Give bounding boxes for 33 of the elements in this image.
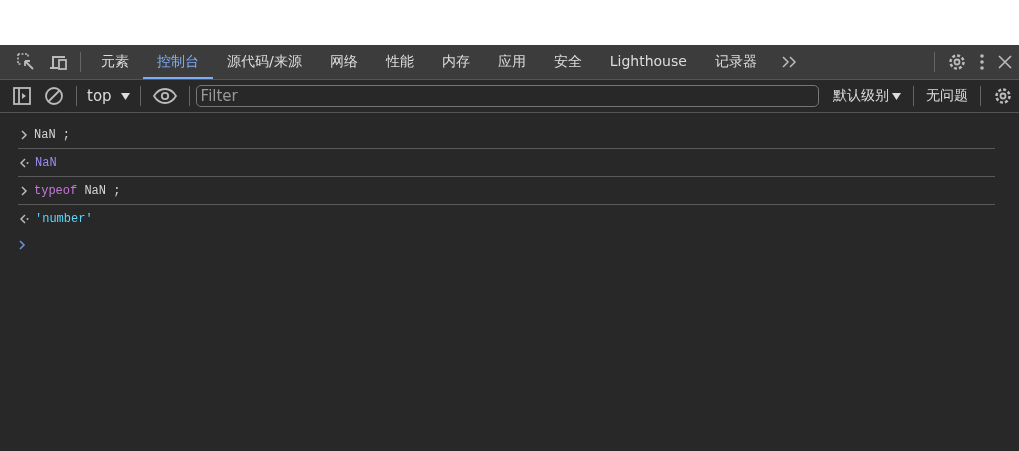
return-arrow-icon	[20, 213, 29, 224]
panel-tab[interactable]: 安全	[539, 45, 596, 79]
console-text: NaN	[35, 155, 57, 170]
settings-icon[interactable]	[993, 86, 1013, 106]
caret-down-icon	[892, 92, 901, 100]
inspect-icon[interactable]	[16, 52, 36, 72]
panel-tab[interactable]: 元素	[87, 45, 143, 79]
prompt-icon	[18, 240, 26, 250]
caret-down-icon	[120, 92, 130, 100]
settings-icon[interactable]	[947, 52, 967, 72]
panel-tab[interactable]: 网络	[315, 45, 372, 79]
panel-tab[interactable]: Lighthouse	[595, 45, 701, 79]
panel-tab[interactable]: 性能	[371, 45, 428, 79]
chevron-right-icon	[20, 129, 28, 140]
panel-tab[interactable]: 源代码/来源	[213, 45, 316, 79]
eye-icon[interactable]	[152, 88, 177, 104]
kebab-menu-icon[interactable]	[979, 53, 985, 71]
chevron-right-icon	[20, 185, 28, 196]
console-text: 'number'	[35, 211, 93, 226]
panel-tab[interactable]: 记录器	[700, 45, 771, 79]
chevron-double-icon[interactable]	[780, 55, 799, 69]
sidebar-icon[interactable]	[12, 86, 32, 106]
levels-dropdown[interactable]: 默认级别	[827, 87, 907, 105]
close-icon[interactable]	[997, 54, 1013, 70]
issues-button[interactable]: 无问题	[920, 87, 974, 105]
return-arrow-icon	[20, 157, 29, 168]
clear-icon[interactable]	[44, 86, 64, 106]
console-text: NaN ;	[34, 127, 70, 142]
panel-tab[interactable]: 内存	[427, 45, 484, 79]
context-dropdown[interactable]: top	[83, 87, 134, 105]
console-text: typeof NaN ;	[34, 183, 121, 198]
filter-field[interactable]: Filter	[195, 85, 819, 107]
panel-tab[interactable]: 应用	[483, 45, 540, 79]
